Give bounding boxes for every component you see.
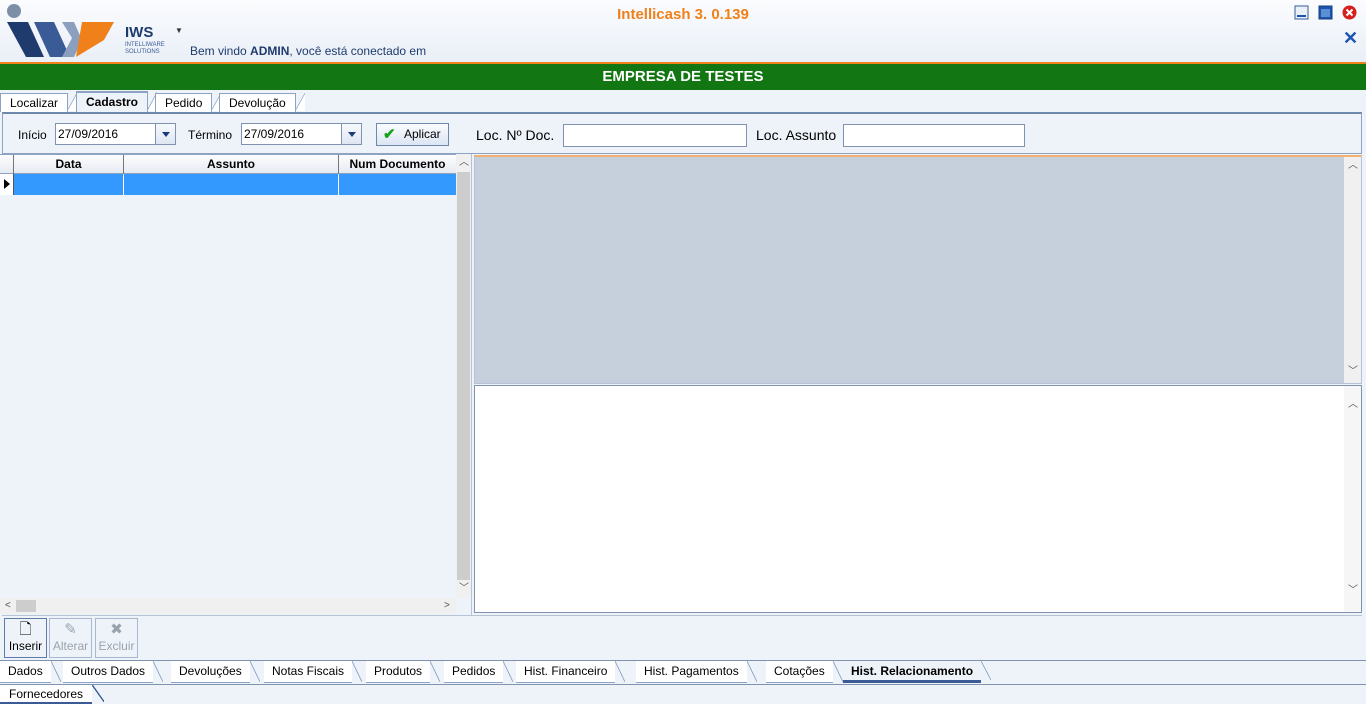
checkmark-icon: ✔ xyxy=(383,126,396,143)
scroll-right-icon[interactable]: > xyxy=(444,601,450,611)
delete-x-icon: ✖ xyxy=(110,621,123,638)
scroll-down-icon[interactable]: ﹀ xyxy=(459,584,469,594)
logo-text: IWS xyxy=(125,24,154,41)
apply-button[interactable]: ✔ Aplicar xyxy=(376,123,449,146)
end-date-label: Término xyxy=(188,128,233,142)
chevron-down-icon[interactable]: ▼ xyxy=(175,26,183,35)
scroll-thumb[interactable] xyxy=(457,172,470,580)
tab-hist-pagamentos[interactable]: Hist. Pagamentos xyxy=(636,661,757,683)
app-window: IWS INTELLIWARE SOLUTIONS ▼ Intellicash … xyxy=(0,0,1366,704)
tab-localizar[interactable]: Localizar xyxy=(0,93,78,112)
row-pointer-icon xyxy=(0,174,14,195)
tab-hist-financeiro[interactable]: Hist. Financeiro xyxy=(516,661,626,683)
tab-hist-relacionamento[interactable]: Hist. Relacionamento xyxy=(843,661,992,683)
tab-devolucao[interactable]: Devolução xyxy=(219,93,305,112)
chevron-down-icon[interactable] xyxy=(341,124,361,144)
scroll-up-icon[interactable]: ︿ xyxy=(459,158,469,168)
tab-produtos[interactable]: Produtos xyxy=(366,661,441,683)
table-row[interactable] xyxy=(0,174,456,195)
cell-assunto[interactable] xyxy=(124,174,339,195)
column-header-num-documento[interactable]: Num Documento xyxy=(339,155,456,174)
tab-fornecedores[interactable]: Fornecedores xyxy=(0,685,105,704)
scroll-left-icon[interactable]: < xyxy=(5,601,11,611)
subject-label: Loc. Assunto xyxy=(756,127,837,143)
tab-devolucoes[interactable]: Devoluções xyxy=(171,661,260,683)
welcome-message: Bem vindo ADMIN, você está conectado em xyxy=(190,44,427,58)
welcome-user: ADMIN xyxy=(250,44,290,58)
header: IWS INTELLIWARE SOLUTIONS ▼ Intellicash … xyxy=(0,0,1366,62)
logo-subtext: INTELLIWARE SOLUTIONS xyxy=(125,42,165,55)
tab-pedidos[interactable]: Pedidos xyxy=(444,661,514,683)
close-document-icon[interactable]: ✕ xyxy=(1343,29,1358,47)
close-icon[interactable] xyxy=(1342,5,1357,20)
row-indicator-header xyxy=(0,155,14,174)
tab-cadastro[interactable]: Cadastro xyxy=(76,91,158,112)
end-date-field[interactable]: 27/09/2016 xyxy=(241,123,362,145)
scroll-thumb[interactable] xyxy=(16,600,36,612)
chevron-down-icon[interactable] xyxy=(155,124,175,144)
insert-button[interactable]: 🗋 Inserir xyxy=(4,618,47,658)
grid-vertical-scrollbar[interactable]: ︿ ﹀ xyxy=(456,154,471,598)
cell-num-documento[interactable] xyxy=(339,174,456,195)
grid-horizontal-scrollbar[interactable]: < > xyxy=(0,598,456,614)
scroll-down-icon[interactable]: ﹀ xyxy=(1348,367,1358,377)
end-date-value: 27/09/2016 xyxy=(244,127,305,141)
column-header-data[interactable]: Data xyxy=(14,155,124,174)
edit-button[interactable]: ✎ Alterar xyxy=(49,618,92,658)
cell-data[interactable] xyxy=(14,174,124,195)
detail-panel: ︿ ﹀ xyxy=(474,155,1362,384)
doc-number-input[interactable] xyxy=(563,124,747,147)
new-document-icon: 🗋 xyxy=(19,621,32,638)
detail-scrollbar[interactable]: ︿ ﹀ xyxy=(1344,157,1361,383)
delete-button[interactable]: ✖ Excluir xyxy=(95,618,138,658)
pencil-icon: ✎ xyxy=(64,621,77,638)
memo-scrollbar[interactable]: ︿ ﹀ xyxy=(1344,386,1361,612)
scroll-up-icon[interactable]: ︿ xyxy=(1348,161,1358,171)
top-tab-bar: Localizar Cadastro Pedido Devolução xyxy=(0,90,1366,112)
tab-notas-fiscais[interactable]: Notas Fiscais xyxy=(264,661,363,683)
bottom-tab-bar: Dados Outros Dados Devoluções Notas Fisc… xyxy=(0,660,1366,684)
subject-input[interactable] xyxy=(843,124,1025,147)
start-date-field[interactable]: 27/09/2016 xyxy=(55,123,176,145)
filter-bar: Início 27/09/2016 Término 27/09/2016 ✔ A… xyxy=(2,112,1362,154)
doc-number-label: Loc. Nº Doc. xyxy=(476,127,555,143)
company-name: EMPRESA DE TESTES xyxy=(0,64,1366,90)
tab-cotacoes[interactable]: Cotações xyxy=(766,661,843,683)
maximize-icon[interactable] xyxy=(1318,5,1333,20)
tab-pedido[interactable]: Pedido xyxy=(155,93,222,112)
apply-label: Aplicar xyxy=(404,127,441,141)
start-date-value: 27/09/2016 xyxy=(58,127,119,141)
bottom-tab-bar-secondary: Fornecedores xyxy=(0,684,1366,704)
minimize-icon[interactable] xyxy=(1294,5,1309,20)
start-date-label: Início xyxy=(18,128,47,142)
scroll-up-icon[interactable]: ︿ xyxy=(1348,400,1358,410)
tab-dados[interactable]: Dados xyxy=(0,661,61,683)
action-bar: 🗋 Inserir ✎ Alterar ✖ Excluir xyxy=(2,615,1362,659)
column-header-assunto[interactable]: Assunto xyxy=(124,155,339,174)
app-title: Intellicash 3. 0.139 xyxy=(617,6,749,23)
tab-outros-dados[interactable]: Outros Dados xyxy=(63,661,164,683)
notes-memo[interactable]: ︿ ﹀ xyxy=(474,385,1362,613)
scroll-down-icon[interactable]: ﹀ xyxy=(1348,586,1358,596)
grid-header: Data Assunto Num Documento xyxy=(0,154,456,174)
records-grid[interactable]: Data Assunto Num Documento ︿ ﹀ < > xyxy=(0,154,472,615)
